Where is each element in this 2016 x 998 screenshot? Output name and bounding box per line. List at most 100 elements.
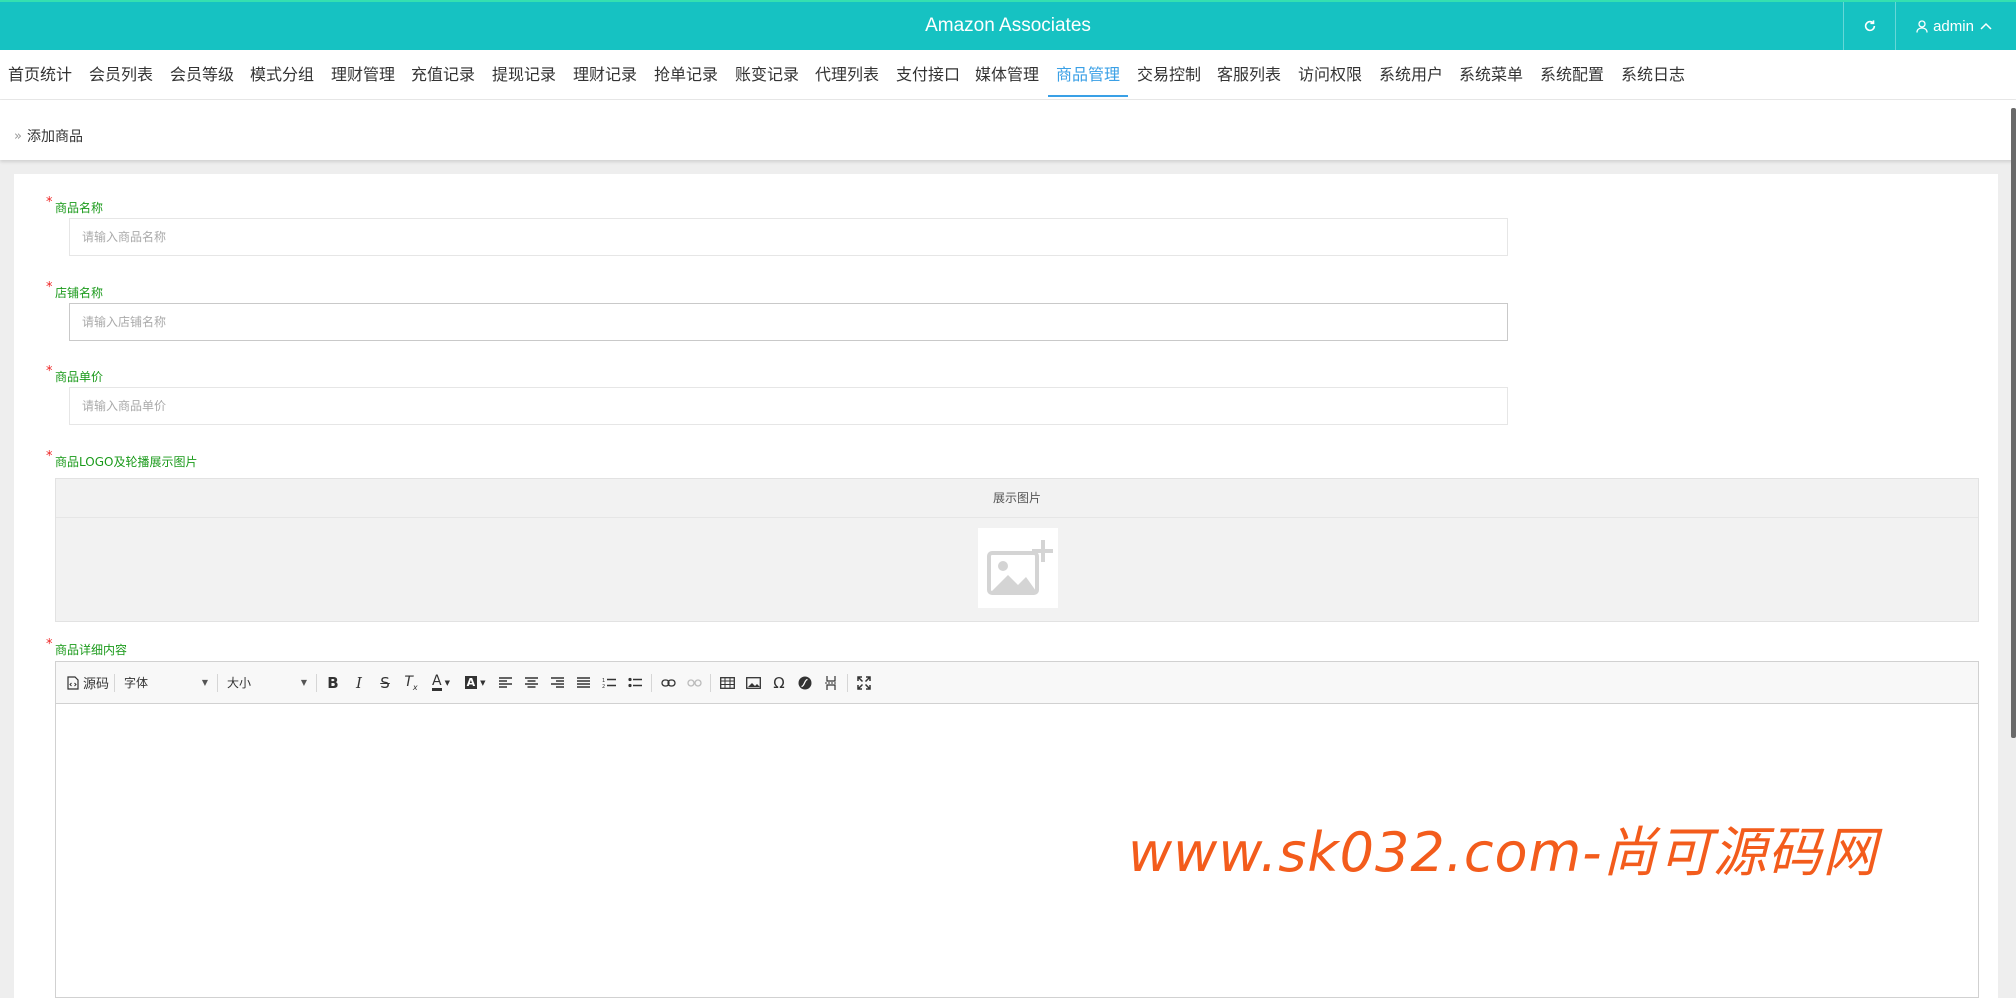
user-name: admin — [1933, 17, 1974, 35]
main-nav: 首页统计 会员列表 会员等级 模式分组 理财管理 充值记录 提现记录 理财记录 抢单记录 账变记录… — [0, 50, 2016, 100]
toolbar-separator — [710, 673, 712, 692]
nav-item[interactable]: 系统配置 — [1540, 50, 1604, 97]
align-left-button[interactable] — [492, 670, 518, 696]
nav-item[interactable]: 系统日志 — [1621, 50, 1685, 97]
font-select-label: 字体 — [124, 676, 149, 690]
shop-name-input[interactable] — [69, 303, 1508, 341]
toolbar-separator — [847, 673, 849, 692]
product-name-input[interactable] — [69, 218, 1508, 256]
bg-color-icon: A — [464, 676, 478, 689]
dropdown-arrow-icon: ▼ — [201, 678, 209, 687]
nav-item[interactable]: 访问权限 — [1298, 50, 1362, 97]
nav-item[interactable]: 支付接口 — [896, 50, 960, 97]
chevron-up-icon — [1980, 22, 1992, 30]
add-image-button[interactable] — [978, 528, 1058, 608]
align-right-button[interactable] — [544, 670, 570, 696]
source-button[interactable]: 源码 — [65, 670, 111, 696]
source-label: 源码 — [83, 677, 110, 692]
product-name-label: * 商品名称 — [46, 195, 104, 215]
editor-toolbar: 源码 字体 ▼ 大小 ▼ B I S Tx A ▼ A ▼ 12 Ω — [56, 662, 1978, 704]
page-scrollbar[interactable] — [2011, 108, 2016, 738]
page-break-icon — [825, 675, 838, 690]
nav-item[interactable]: 模式分组 — [250, 50, 314, 97]
italic-icon: I — [356, 673, 362, 692]
strikethrough-icon: S — [380, 673, 390, 692]
nav-item[interactable]: 交易控制 — [1137, 50, 1201, 97]
nav-item[interactable]: 账变记录 — [735, 50, 799, 97]
justify-icon — [576, 677, 590, 688]
align-right-icon — [550, 677, 564, 688]
text-color-button[interactable]: A ▼ — [424, 670, 458, 696]
table-button[interactable] — [714, 670, 740, 696]
unlink-button[interactable] — [681, 670, 707, 696]
nav-item[interactable]: 代理列表 — [815, 50, 879, 97]
refresh-icon — [1864, 20, 1875, 32]
dropdown-arrow-icon: ▼ — [300, 678, 308, 687]
special-char-button[interactable]: Ω — [766, 670, 792, 696]
nav-item[interactable]: 会员列表 — [89, 50, 153, 97]
size-select-label: 大小 — [227, 676, 252, 690]
toolbar-separator — [316, 673, 318, 692]
top-bar: Amazon Associates admin — [0, 0, 2016, 50]
price-label: * 商品单价 — [46, 364, 104, 384]
toolbar-separator — [114, 673, 116, 692]
maximize-icon — [857, 675, 871, 690]
align-center-button[interactable] — [518, 670, 544, 696]
nav-item[interactable]: 客服列表 — [1217, 50, 1281, 97]
nav-item[interactable]: 系统菜单 — [1459, 50, 1523, 97]
bold-button[interactable]: B — [320, 670, 346, 696]
refresh-button[interactable] — [1843, 2, 1896, 50]
remove-format-icon: Tx — [404, 673, 418, 692]
maximize-button[interactable] — [851, 670, 877, 696]
justify-button[interactable] — [570, 670, 596, 696]
link-button[interactable] — [655, 670, 681, 696]
nav-item[interactable]: 会员等级 — [170, 50, 234, 97]
nav-item[interactable]: 商品管理 — [1048, 50, 1129, 97]
image-icon — [745, 676, 761, 689]
font-select[interactable]: 字体 ▼ — [118, 670, 214, 696]
bulleted-list-icon — [628, 677, 643, 687]
nav-item[interactable]: 理财管理 — [331, 50, 395, 97]
image-label: * 商品LOGO及轮播展示图片 — [46, 449, 198, 469]
nav-item[interactable]: 抢单记录 — [654, 50, 718, 97]
italic-button[interactable]: I — [346, 670, 372, 696]
source-icon — [67, 675, 79, 690]
table-icon — [719, 676, 735, 689]
size-select[interactable]: 大小 ▼ — [221, 670, 313, 696]
image-upload-area: 展示图片 — [55, 478, 1979, 622]
align-left-icon — [498, 677, 512, 688]
nav-item[interactable]: 理财记录 — [573, 50, 637, 97]
breadcrumb[interactable]: » 添加商品 — [14, 126, 83, 146]
numbered-list-icon: 12 — [602, 678, 617, 689]
bulleted-list-button[interactable] — [622, 670, 648, 696]
nav-item[interactable]: 媒体管理 — [975, 50, 1039, 97]
toolbar-separator — [651, 673, 653, 692]
nav-item[interactable]: 系统用户 — [1379, 50, 1443, 97]
special-char-icon: Ω — [773, 673, 785, 692]
double-chevron-right-icon: » — [14, 128, 22, 144]
breadcrumb-label: 添加商品 — [26, 129, 83, 145]
strikethrough-button[interactable]: S — [372, 670, 398, 696]
page-break-button[interactable] — [818, 670, 844, 696]
watermark-text: www.sk032.com-尚可源码网 — [1128, 821, 1878, 884]
svg-text:2: 2 — [602, 684, 605, 689]
bg-color-button[interactable]: A ▼ — [458, 670, 492, 696]
shop-name-label: * 店铺名称 — [46, 280, 104, 300]
image-button[interactable] — [740, 670, 766, 696]
user-menu[interactable]: admin — [1897, 2, 2016, 50]
text-color-icon: A — [432, 672, 442, 691]
flash-button[interactable] — [792, 670, 818, 696]
nav-item[interactable]: 首页统计 — [8, 50, 72, 97]
nav-item[interactable]: 充值记录 — [411, 50, 475, 97]
nav-item[interactable]: 提现记录 — [492, 50, 556, 97]
link-icon — [660, 678, 676, 687]
dropdown-arrow-icon: ▼ — [480, 678, 486, 687]
price-input[interactable] — [69, 387, 1508, 425]
add-image-icon — [987, 540, 1053, 595]
toolbar-separator — [217, 673, 219, 692]
image-upload-header: 展示图片 — [56, 479, 1978, 518]
numbered-list-button[interactable]: 12 — [596, 670, 622, 696]
remove-format-button[interactable]: Tx — [398, 670, 424, 696]
user-icon — [1916, 19, 1928, 33]
dropdown-arrow-icon: ▼ — [444, 678, 450, 687]
